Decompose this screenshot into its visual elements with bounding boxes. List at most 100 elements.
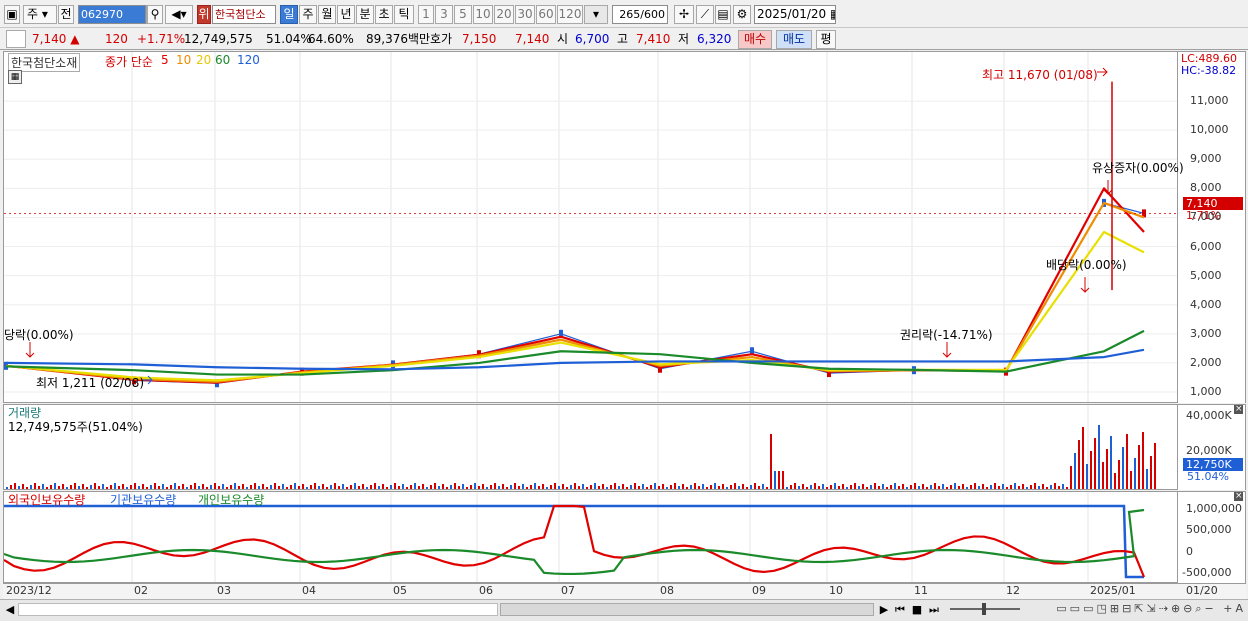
period-year[interactable]: 년: [337, 5, 355, 24]
step-5[interactable]: 5: [454, 5, 472, 24]
volume-bar: [1062, 484, 1064, 489]
draw-icon[interactable]: ⟋: [696, 5, 714, 24]
volume-info: 12,749,575주(51.04%): [8, 420, 143, 434]
volume-bar: [310, 485, 312, 489]
period-month[interactable]: 월: [318, 5, 336, 24]
volume-bar: [266, 487, 268, 489]
price-ytick: 1,000: [1190, 385, 1222, 398]
scroll-track[interactable]: [18, 603, 498, 616]
period-minute[interactable]: 분: [356, 5, 374, 24]
calculator-icon[interactable]: ▦: [8, 70, 22, 84]
hc-value: HC:-38.82: [1181, 64, 1237, 77]
volume-bar: [134, 483, 136, 489]
volume-bar: [610, 485, 612, 489]
volume-bar: [986, 487, 988, 489]
volume-bar: [950, 485, 952, 489]
volume-close-icon[interactable]: ×: [1234, 405, 1243, 414]
volume-bar: [534, 483, 536, 489]
stop-icon[interactable]: ■: [910, 603, 924, 617]
volume-bar: [990, 485, 992, 489]
volume-bar: [838, 486, 840, 489]
price-ytick: 11,000: [1190, 94, 1229, 108]
crosshair-icon[interactable]: ✢: [674, 5, 694, 24]
step-dropdown-icon[interactable]: ▾: [584, 5, 608, 24]
buy-button[interactable]: 매수: [738, 30, 772, 49]
volume-bar: [286, 487, 288, 489]
zoom-slider-handle[interactable]: [982, 603, 986, 615]
volume-bar: [934, 483, 936, 489]
price-ytick: 2,000: [1190, 355, 1222, 369]
volume-bar: [1042, 484, 1044, 489]
volume-bar: [110, 485, 112, 489]
low-annotation: 최저 1,211 (02/08): [36, 376, 145, 390]
volume-bar: [290, 485, 292, 489]
individual-line: [4, 508, 1145, 576]
search-icon[interactable]: ⚲: [147, 5, 163, 24]
volume-bar: [782, 471, 784, 489]
volume-bar: [38, 486, 40, 489]
chart-settings-icon[interactable]: ▣: [4, 5, 20, 24]
prev-button[interactable]: 전: [58, 5, 74, 24]
step-10[interactable]: 10: [473, 5, 493, 24]
dividend-annotation: 배당락(0.00%): [1046, 258, 1127, 272]
volume-bar: [622, 484, 624, 489]
volume-bar: [902, 484, 904, 489]
code-input[interactable]: 062970: [78, 5, 146, 24]
volume-bar: [882, 484, 884, 489]
sell-button[interactable]: 매도: [776, 30, 812, 49]
period-day[interactable]: 일: [280, 5, 298, 24]
step-1[interactable]: 1: [418, 5, 434, 24]
period-week[interactable]: 주: [299, 5, 317, 24]
holding-close-icon[interactable]: ×: [1234, 492, 1243, 501]
period-second[interactable]: 초: [375, 5, 393, 24]
volume-bar: [1106, 449, 1108, 489]
volume-bar: [106, 487, 108, 489]
volume-bar: [646, 487, 648, 489]
volume-bar: [234, 483, 236, 489]
open-price: 6,700: [575, 32, 610, 46]
last-icon[interactable]: ⏭: [927, 603, 941, 617]
first-icon[interactable]: ⏮: [893, 603, 907, 617]
volume-bar: [370, 485, 372, 489]
count-input[interactable]: 265/600: [612, 5, 668, 24]
volume: 12,749,575: [184, 32, 253, 46]
volume-bar: [126, 487, 128, 489]
tool-icons[interactable]: ▭▭▭◳⊞⊟⇱⇲⇢⊕⊖⌕− +A: [1026, 602, 1246, 616]
avg-button[interactable]: 평: [816, 30, 836, 49]
volume-bar: [1070, 466, 1072, 489]
step-3[interactable]: 3: [435, 5, 453, 24]
volume-bar: [866, 487, 868, 489]
step-20[interactable]: 20: [494, 5, 514, 24]
x-tick-label: 09: [752, 584, 766, 597]
volume-bar: [222, 484, 224, 489]
scroll-right-icon[interactable]: ▶: [878, 603, 890, 617]
step-30[interactable]: 30: [515, 5, 535, 24]
volume-bar: [442, 484, 444, 489]
hold-ytick-1000000: 1,000,000: [1186, 502, 1242, 515]
period-tick[interactable]: 틱: [394, 5, 414, 24]
volume-bar: [466, 487, 468, 489]
left-annotation: 당락(0.00%): [4, 328, 74, 342]
volume-bar: [142, 484, 144, 489]
volume-bar: [402, 484, 404, 489]
volume-bar: [778, 471, 780, 489]
volume-bar: [406, 487, 408, 489]
speaker-icon[interactable]: ◀▾: [165, 5, 193, 24]
x-tick-label: 10: [829, 584, 843, 597]
volume-bar: [1050, 485, 1052, 489]
scroll-left-icon[interactable]: ◀: [4, 603, 16, 617]
volume-bar: [998, 486, 1000, 489]
save-icon[interactable]: ▤: [715, 5, 731, 24]
volume-bar: [1154, 443, 1156, 489]
type-select[interactable]: 주 ▾: [23, 5, 57, 24]
volume-bar: [994, 483, 996, 489]
step-120[interactable]: 120: [557, 5, 583, 24]
individual-legend: 개인보유수량: [198, 493, 265, 507]
date-input[interactable]: 2025/01/20 ▦: [754, 5, 836, 24]
foreign-legend: 외국인보유수량: [8, 493, 86, 507]
volume-bar: [198, 486, 200, 489]
gear-icon[interactable]: ⚙: [733, 5, 751, 24]
step-60[interactable]: 60: [536, 5, 556, 24]
volume-bar: [342, 484, 344, 489]
scroll-thumb[interactable]: [500, 603, 874, 616]
